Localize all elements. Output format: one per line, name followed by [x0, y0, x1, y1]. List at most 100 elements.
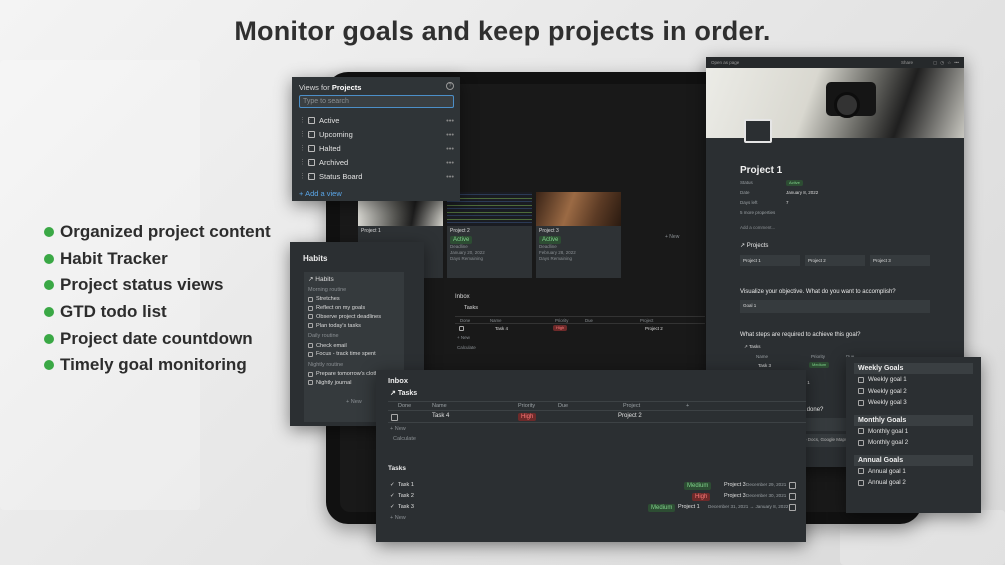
task-checkbox[interactable] [789, 482, 796, 489]
comment-input[interactable]: Add a comment... [740, 225, 775, 230]
habit-row[interactable]: Reflect on my goals [306, 304, 402, 313]
habit-checkbox[interactable] [308, 305, 313, 311]
habit-row[interactable]: Check email [306, 341, 402, 350]
goal-item[interactable]: Weekly goal 3 [854, 397, 973, 409]
drag-handle-icon[interactable]: ⋮⋮ [299, 116, 313, 124]
linked-project-card[interactable]: Project 3 [870, 255, 930, 266]
headline: Monitor goals and keep projects in order… [234, 16, 771, 46]
goal-checkbox[interactable] [858, 399, 864, 406]
tablet-inbox-row[interactable]: Task 4 High Project 2 [455, 324, 705, 333]
goal-item[interactable]: Weekly goal 2 [854, 386, 973, 398]
view-item-status-board[interactable]: ⋮⋮ Status Board ••• [299, 170, 454, 182]
more-icon[interactable]: ••• [446, 144, 454, 153]
gallery-new-button[interactable]: + New [665, 234, 679, 240]
drag-handle-icon[interactable]: ⋮⋮ [299, 144, 313, 152]
habit-checkbox[interactable] [308, 351, 313, 357]
habit-row[interactable]: Plan today's tasks [306, 321, 402, 330]
task-name[interactable]: Task 4 [432, 413, 449, 419]
tasks-list-new-button[interactable]: + New [390, 515, 406, 521]
bullet-icon [44, 253, 54, 264]
star-icon[interactable]: ☆ [947, 60, 951, 66]
more-icon[interactable]: ••• [446, 158, 454, 167]
habit-row[interactable]: Focus - track time spent [306, 350, 402, 359]
list-item[interactable]: ✓ Task 2 High Project 3 December 30, 202… [388, 492, 798, 503]
view-item-archived[interactable]: ⋮⋮ Archived ••• [299, 156, 454, 168]
done-checkbox[interactable] [459, 326, 464, 331]
habit-checkbox[interactable] [308, 371, 313, 377]
goal-checkbox[interactable] [858, 428, 864, 435]
goal-checkbox[interactable] [858, 479, 864, 486]
check-icon: ✓ [390, 482, 395, 488]
drag-handle-icon[interactable]: ⋮⋮ [299, 130, 313, 138]
bullet-icon [44, 307, 54, 318]
habit-row[interactable]: Observe project deadlines [306, 313, 402, 322]
prop-days-left[interactable]: Days left 7 [740, 200, 789, 205]
add-column-icon[interactable]: + [686, 403, 689, 409]
gallery-card-project-3[interactable]: Project 3 Active Deadline February 28, 2… [536, 192, 621, 278]
drag-handle-icon[interactable]: ⋮⋮ [299, 172, 313, 180]
goals-panel: Weekly Goals Weekly goal 1 Weekly goal 2… [846, 357, 981, 513]
view-item-halted[interactable]: ⋮⋮ Halted ••• [299, 142, 454, 154]
open-as-page-button[interactable]: Open as page [711, 60, 739, 65]
list-item[interactable]: ✓ Task 1 Medium Project 3 December 29, 2… [388, 481, 798, 492]
view-item-active[interactable]: ⋮⋮ Active ••• [299, 114, 454, 126]
goal-item[interactable]: Annual goal 2 [854, 477, 973, 489]
goal-checkbox[interactable] [858, 388, 864, 395]
bullet-icon [44, 280, 54, 291]
goal-group-title: Monthly Goals [854, 414, 973, 426]
tablet-inbox-title: Inbox [455, 294, 470, 300]
goal-item[interactable]: Monthly goal 2 [854, 437, 973, 449]
gallery-card-project-2[interactable]: Project 2 Active Deadline January 20, 20… [447, 192, 532, 278]
prop-status[interactable]: Status Active [740, 180, 803, 186]
goal-item[interactable]: Weekly goal 1 [854, 374, 973, 386]
drag-handle-icon[interactable]: ⋮⋮ [299, 158, 313, 166]
done-checkbox[interactable] [391, 414, 398, 421]
goal-item[interactable]: Monthly goal 1 [854, 426, 973, 438]
tablet-tasks-heading[interactable]: Tasks [464, 305, 478, 311]
more-icon[interactable]: ••• [446, 172, 454, 181]
habit-row[interactable]: Stretches [306, 295, 402, 304]
table-row[interactable]: Task 4 High Project 2 [388, 411, 806, 423]
inbox-tasks-heading[interactable]: ↗ Tasks [390, 389, 417, 397]
more-icon[interactable]: ••• [954, 60, 959, 65]
comment-icon[interactable]: ▢ [933, 60, 937, 66]
habit-checkbox[interactable] [308, 314, 313, 320]
tablet-inbox-new[interactable]: + New [457, 335, 470, 340]
habit-checkbox[interactable] [308, 380, 313, 386]
list-item[interactable]: ✓ Task 3 Medium Project 1 December 31, 2… [388, 503, 798, 514]
more-properties-toggle[interactable]: 5 more properties [740, 210, 775, 215]
share-button[interactable]: Share [901, 60, 913, 65]
help-icon[interactable]: ? [446, 82, 454, 90]
clock-icon[interactable]: ◷ [940, 60, 944, 66]
goal-checkbox[interactable] [858, 376, 864, 383]
more-icon[interactable]: ••• [446, 130, 454, 139]
habit-checkbox[interactable] [308, 343, 313, 349]
prop-date[interactable]: Date January 8, 2022 [740, 190, 818, 195]
projects-heading[interactable]: ↗ Projects [740, 242, 768, 249]
task-project[interactable]: Project 2 [618, 413, 642, 419]
goal-item[interactable]: Annual goal 1 [854, 466, 973, 478]
table-icon [308, 144, 315, 152]
linked-project-card[interactable]: Project 1 [740, 255, 800, 266]
habits-new-button[interactable]: + New [346, 399, 362, 405]
inbox-new-button[interactable]: + New [390, 426, 406, 432]
add-view-button[interactable]: + Add a view [299, 189, 342, 198]
linked-project-card[interactable]: Project 2 [805, 255, 865, 266]
inbox-calculate-button[interactable]: Calculate [393, 436, 416, 442]
views-search-input[interactable]: Type to search [299, 95, 454, 108]
task-checkbox[interactable] [789, 504, 796, 511]
view-item-upcoming[interactable]: ⋮⋮ Upcoming ••• [299, 128, 454, 140]
goal-checkbox[interactable] [858, 439, 864, 446]
goal-card[interactable]: Goal 1 [740, 300, 930, 313]
tasks-list-heading: Tasks [388, 465, 406, 472]
steps-tasks-heading[interactable]: ↗ Tasks [744, 344, 760, 350]
task-checkbox[interactable] [789, 493, 796, 500]
more-icon[interactable]: ••• [446, 116, 454, 125]
goal-group-title: Annual Goals [854, 454, 973, 466]
steps-task-row[interactable]: Task 3 [758, 363, 771, 368]
tablet-inbox-calculate[interactable]: Calculate [457, 345, 476, 350]
habit-checkbox[interactable] [308, 323, 313, 329]
habits-subtitle[interactable]: ↗ Habits [306, 275, 402, 283]
habit-checkbox[interactable] [308, 296, 313, 302]
goal-checkbox[interactable] [858, 468, 864, 475]
